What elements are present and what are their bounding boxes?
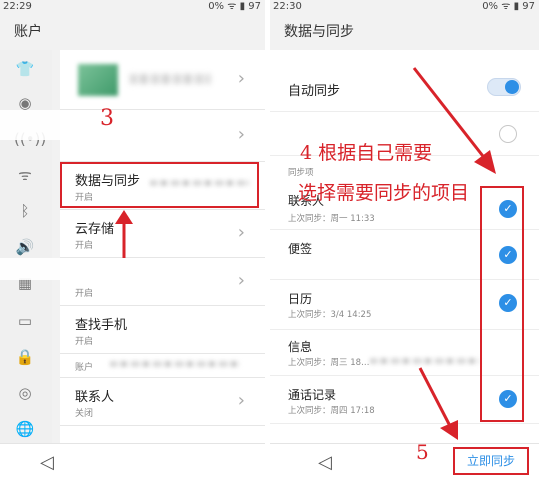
section-label: 同步项 <box>288 168 314 178</box>
checkbox-empty[interactable] <box>499 125 517 143</box>
signal-level: 97 <box>248 1 261 12</box>
auto-sync-label: 自动同步 <box>288 84 341 99</box>
status-bar: 22:29 0% ᯤ ▮ 97 <box>0 0 265 14</box>
find-phone-label: 查找手机 <box>75 318 128 333</box>
page-title: 数据与同步 <box>270 14 539 50</box>
contacts-label: 联系人 <box>75 390 115 405</box>
page-title: 账户 <box>0 14 265 50</box>
chevron-right-icon: › <box>237 222 245 243</box>
sound-icon[interactable]: 🔊 <box>14 236 36 258</box>
shirt-icon[interactable]: 👕 <box>14 58 36 80</box>
globe-icon[interactable]: 🌐 <box>14 418 36 440</box>
left-screenshot: 22:29 0% ᯤ ▮ 97 账户 👕 ◉ ((•)) ᯤ ᛒ 🔊 ▦ ▭ 🔒… <box>0 0 265 481</box>
sync-now-button[interactable]: 立即同步 <box>453 447 529 475</box>
right-screenshot: 22:30 0% ᯤ ▮ 97 数据与同步 自动同步 同步项 联系人 上次同步：… <box>270 0 539 481</box>
highlight-box-checks <box>480 186 524 422</box>
sidebar-item-contacts[interactable]: 联系人 关闭 › <box>60 378 265 426</box>
list-item[interactable]: › <box>60 110 265 162</box>
battery-icon[interactable]: ▭ <box>14 310 36 332</box>
section-header: 账户 <box>60 354 265 378</box>
sidebar-item-cloud-storage[interactable]: 云存储 开启 › <box>60 210 265 258</box>
contacts-status: 关闭 <box>75 409 94 419</box>
lock-icon[interactable]: 🔒 <box>14 346 36 368</box>
list-item[interactable]: 开启 › <box>60 258 265 306</box>
highlight-box-data-sync <box>60 162 259 208</box>
battery-percent: 0% <box>208 1 225 12</box>
cloud-storage-label: 云存储 <box>75 222 115 237</box>
sidebar-item-find-phone[interactable]: 查找手机 开启 <box>60 306 265 354</box>
status-time: 22:29 <box>3 1 32 12</box>
step-5-label: 5 <box>416 440 429 464</box>
back-icon[interactable]: ◁ <box>318 452 332 473</box>
avatar <box>78 64 118 96</box>
chevron-right-icon: › <box>237 270 245 291</box>
chevron-right-icon: › <box>237 68 245 89</box>
status-bar: 22:30 0% ᯤ ▮ 97 <box>270 0 539 14</box>
location-icon[interactable]: ◎ <box>14 382 36 404</box>
wifi-icon: ᯤ <box>501 1 514 12</box>
bluetooth-icon[interactable]: ᛒ <box>14 200 36 222</box>
signal-icon: ▮ <box>513 1 520 12</box>
wifi-icon: ᯤ <box>227 1 240 12</box>
find-phone-status: 开启 <box>75 337 94 347</box>
step-4-caption: 选择需要同步的项目 <box>298 182 470 204</box>
back-icon[interactable]: ◁ <box>40 452 54 473</box>
arrow-up-icon <box>115 210 133 258</box>
arrow-down-right-icon <box>412 67 496 174</box>
chevron-right-icon: › <box>237 390 245 411</box>
status-time: 22:30 <box>273 1 302 12</box>
chevron-right-icon: › <box>237 124 245 145</box>
account-row[interactable]: › <box>60 50 265 110</box>
cloud-storage-status: 开启 <box>75 241 94 251</box>
settings-icon-rail: 👕 ◉ ((•)) ᯤ ᛒ 🔊 ▦ ▭ 🔒 ◎ 🌐 <box>0 50 52 443</box>
account-list: › › 数据与同步 开启 云存储 开启 › 开启 › 查找手机 开启 账户 联系… <box>60 50 265 443</box>
signal-icon: ▮ <box>239 1 246 12</box>
nav-bar: ◁ <box>0 443 265 481</box>
step-3-label: 3 <box>100 106 114 131</box>
wifi-icon[interactable]: ᯤ <box>14 164 36 186</box>
arrow-down-icon <box>418 367 458 440</box>
signal-level: 97 <box>522 1 535 12</box>
battery-percent: 0% <box>482 1 499 12</box>
